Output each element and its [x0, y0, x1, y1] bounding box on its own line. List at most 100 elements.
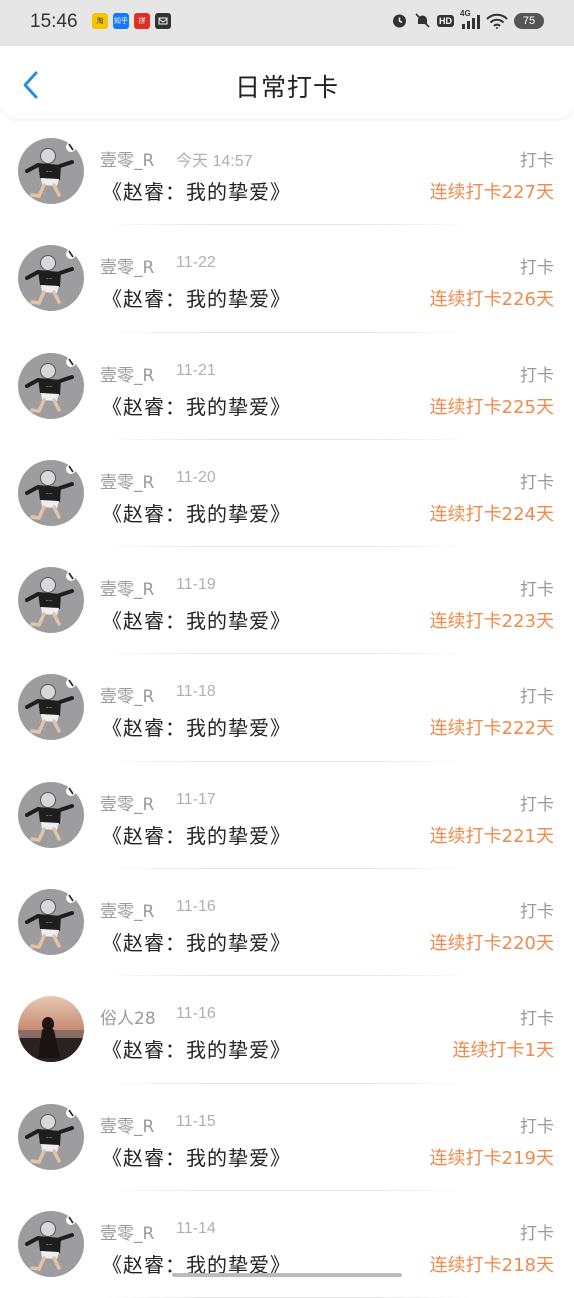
streak-count: 连续打卡224天 [429, 503, 554, 525]
list-item[interactable]: ~~ 壹零_R 11-20 打卡《赵睿：我的挚爱》 连续打卡224天 [0, 440, 574, 548]
timestamp: 11-20 [176, 468, 216, 486]
streak-count: 连续打卡223天 [429, 611, 554, 633]
checkin-label: 打卡 [520, 258, 554, 279]
network-label: 4G [460, 8, 471, 18]
book-title[interactable]: 《赵睿：我的挚爱》 [102, 605, 291, 634]
svg-text:~~: ~~ [46, 276, 53, 281]
avatar[interactable] [18, 996, 84, 1063]
pinduoduo-icon: 拼 [134, 13, 150, 29]
avatar[interactable]: ~~ [18, 1103, 84, 1170]
list-item[interactable]: ~~ 壹零_R 11-18 打卡《赵睿：我的挚爱》 连续打卡222天 [0, 654, 574, 762]
list-item[interactable]: ~~ 壹零_R 11-17 打卡《赵睿：我的挚爱》 连续打卡221天 [0, 762, 574, 870]
timestamp: 11-19 [176, 576, 216, 594]
timestamp: 11-22 [176, 254, 216, 272]
timestamp: 11-21 [176, 361, 216, 379]
username[interactable]: 壹零_R [100, 468, 154, 493]
svg-text:~~: ~~ [46, 813, 53, 818]
list-item[interactable]: 俗人28 11-16 打卡《赵睿：我的挚爱》 连续打卡1天 [0, 976, 574, 1084]
wifi-icon [486, 13, 508, 29]
timestamp: 11-17 [176, 790, 216, 808]
timestamp: 今天 14:57 [176, 153, 253, 170]
list-item[interactable]: ~~ 壹零_R 今天 14:57 打卡 《赵睿：我的挚爱》 连续打卡227天 [0, 118, 574, 226]
system-icons: HD 4G 75 [391, 9, 544, 29]
svg-text:~~: ~~ [46, 1242, 53, 1247]
book-title[interactable]: 《赵睿：我的挚爱》 [102, 927, 291, 956]
checkin-label: 打卡 [520, 151, 554, 171]
checkin-label: 打卡 [520, 687, 554, 708]
timestamp: 11-14 [176, 1219, 216, 1237]
username[interactable]: 俗人28 [100, 1004, 156, 1029]
book-title[interactable]: 《赵睿：我的挚爱》 [102, 498, 291, 527]
username[interactable]: 壹零_R [100, 1112, 154, 1137]
username[interactable]: 壹零_R [100, 790, 154, 815]
avatar[interactable]: ~~ [18, 138, 84, 204]
checkin-label: 打卡 [520, 472, 554, 493]
app-icon [155, 13, 171, 29]
book-title[interactable]: 《赵睿：我的挚爱》 [102, 1142, 291, 1171]
checkin-label: 打卡 [520, 902, 554, 923]
username[interactable]: 壹零_R [100, 146, 154, 171]
timestamp: 11-16 [176, 1005, 216, 1023]
title-bar: 日常打卡 [0, 46, 574, 118]
svg-text:~~: ~~ [46, 384, 53, 389]
username[interactable]: 壹零_R [100, 897, 154, 922]
list-item[interactable]: ~~ 壹零_R 11-22 打卡 《赵睿：我的挚爱》 连续打卡226天 [0, 225, 574, 333]
avatar[interactable]: ~~ [18, 245, 84, 312]
book-title[interactable]: 《赵睿：我的挚爱》 [102, 283, 291, 312]
username[interactable]: 壹零_R [100, 361, 154, 386]
timestamp: 11-16 [176, 898, 216, 916]
checkin-label: 打卡 [520, 1009, 554, 1030]
taobao-icon: 淘 [92, 13, 108, 29]
book-title[interactable]: 《赵睿：我的挚爱》 [102, 820, 291, 849]
alarm-icon [391, 12, 408, 29]
list-item[interactable]: ~~ 壹零_R 11-15 打卡 《赵睿：我的挚爱》 连续打卡219天 [0, 1084, 574, 1191]
battery-icon: 75 [514, 12, 544, 29]
streak-count: 连续打卡221天 [429, 825, 554, 847]
avatar[interactable]: ~~ [18, 781, 84, 848]
username[interactable]: 壹零_R [100, 682, 154, 707]
list-item[interactable]: ~~ 壹零_R 11-16 打卡《赵睿：我的挚爱》 连续打卡220天 [0, 869, 574, 977]
avatar[interactable]: ~~ [18, 889, 84, 956]
list-item[interactable]: ~~ 壹零_R 11-21 打卡《赵睿：我的挚爱》 连续打卡225天 [0, 333, 574, 440]
checkin-label: 打卡 [520, 794, 554, 815]
hd-icon: HD [437, 14, 454, 27]
timestamp: 11-15 [176, 1112, 216, 1130]
book-title[interactable]: 《赵睿：我的挚爱》 [102, 712, 291, 741]
streak-count: 连续打卡218天 [429, 1254, 554, 1276]
timestamp: 11-18 [176, 683, 216, 701]
signal-icon: 4G [460, 9, 480, 29]
username[interactable]: 壹零_R [100, 575, 154, 600]
username[interactable]: 壹零_R [100, 1219, 154, 1244]
streak-count: 连续打卡225天 [429, 396, 554, 418]
book-title[interactable]: 《赵睿：我的挚爱》 [102, 176, 291, 205]
avatar[interactable]: ~~ [18, 1210, 84, 1277]
home-indicator[interactable] [172, 1273, 402, 1277]
avatar[interactable]: ~~ [18, 674, 84, 741]
streak-count: 连续打卡220天 [429, 933, 554, 955]
checkin-label: 打卡 [520, 365, 554, 386]
avatar[interactable]: ~~ [18, 459, 84, 526]
svg-text:~~: ~~ [46, 920, 53, 925]
checkin-label: 打卡 [520, 1223, 554, 1244]
book-title[interactable]: 《赵睿：我的挚爱》 [102, 1034, 291, 1063]
svg-text:~~: ~~ [46, 1135, 53, 1140]
svg-text:~~: ~~ [46, 705, 53, 710]
streak-count: 连续打卡222天 [429, 718, 554, 740]
streak-count: 连续打卡1天 [452, 1040, 554, 1062]
status-time: 15:46 [30, 11, 78, 32]
mute-icon [414, 12, 431, 29]
list-item[interactable]: ~~ 壹零_R 11-19 打卡 《赵睿：我的挚爱》 连续打卡223天 [0, 547, 574, 655]
username[interactable]: 壹零_R [100, 253, 154, 278]
zhihu-icon: 知乎 [113, 13, 129, 29]
streak-count: 连续打卡219天 [429, 1147, 554, 1169]
svg-text:~~: ~~ [46, 491, 53, 496]
status-bar: 15:46 淘 知乎 拼 HD 4G 75 [0, 0, 574, 46]
hd-label: HD [437, 14, 454, 27]
svg-text:~~: ~~ [46, 598, 53, 603]
avatar[interactable]: ~~ [18, 567, 84, 634]
svg-text:~~: ~~ [46, 169, 53, 174]
checkin-list: ~~ 壹零_R 今天 14:57 打卡 《赵睿：我的挚爱》 连续打卡227天 ~~ 壹零… [0, 118, 574, 1298]
book-title[interactable]: 《赵睿：我的挚爱》 [102, 391, 291, 420]
avatar[interactable]: ~~ [18, 352, 84, 419]
list-item[interactable]: ~~ 壹零_R 11-14 打卡 《赵睿：我的挚爱》 连续打卡218天 [0, 1191, 574, 1298]
